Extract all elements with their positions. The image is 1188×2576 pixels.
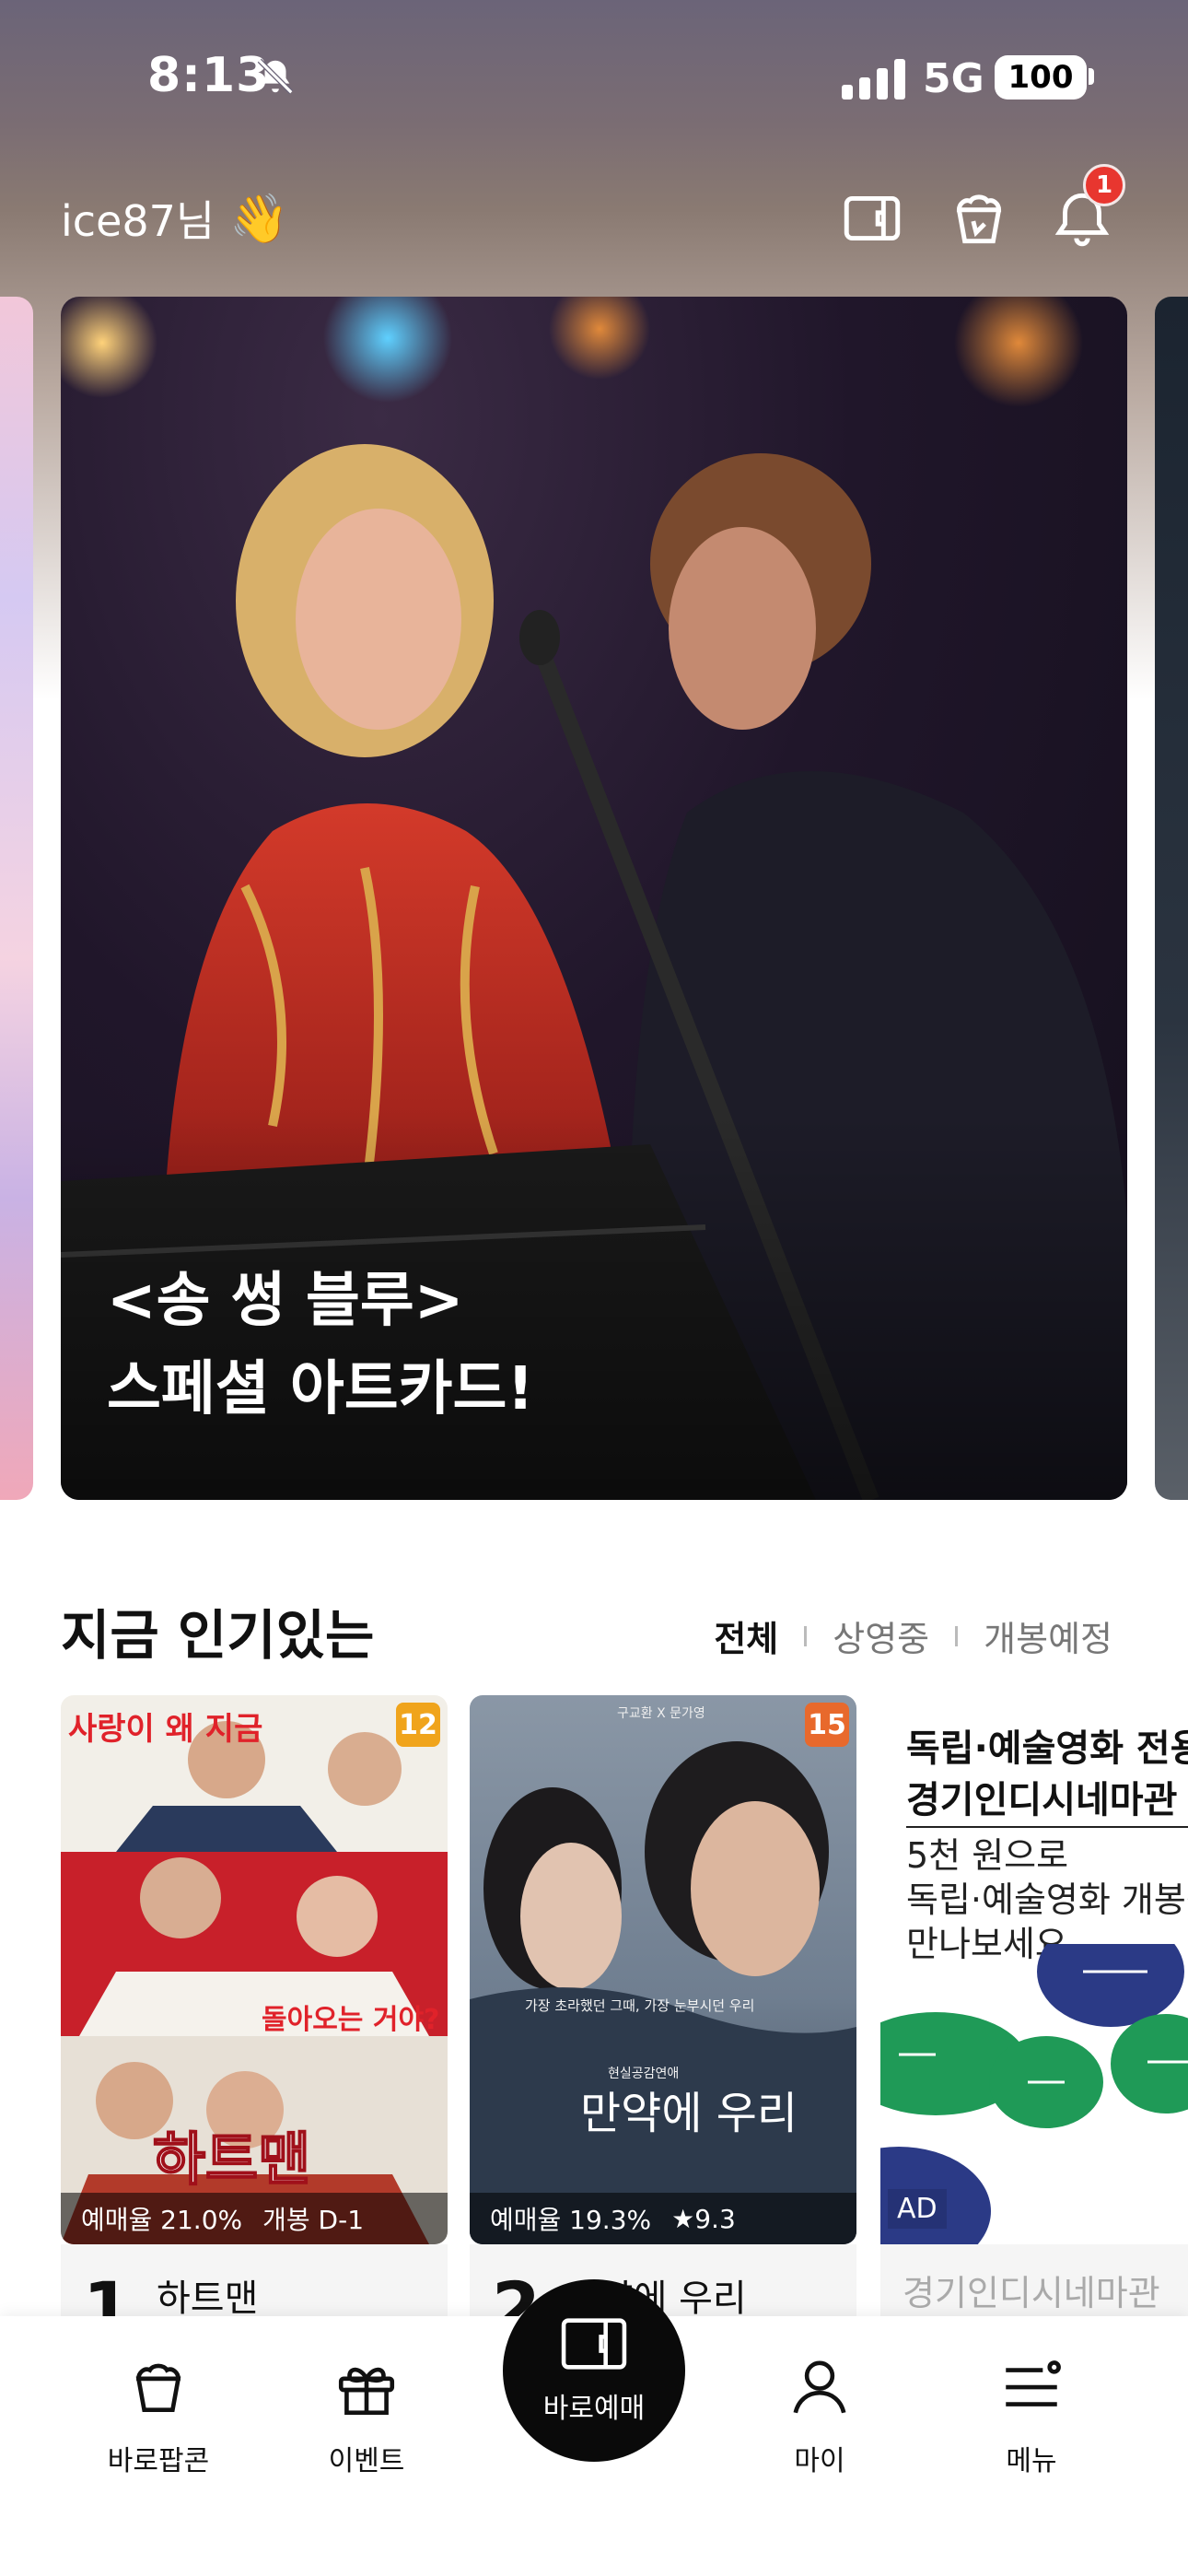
menu-icon [1006,2360,1061,2406]
ad-title: 독립·예술영화 전용 경기인디시네마관 [906,1723,1188,1826]
status-bar: 8:13 5G 100 [0,0,1188,157]
ad-title-line1: 독립·예술영화 전용 [906,1727,1188,1770]
battery-indicator: 100 [995,55,1087,100]
ad-caption[interactable]: 경기인디시네마관 [903,2265,1160,2315]
divider [955,1625,959,1646]
filter-tabs: 전체 상영중 개봉예정 [705,1610,1122,1661]
movie-poster[interactable]: 사랑이 왜 지금 돌아오는 거야? 하트맨 12 예매율 21.0% 개봉 D-… [61,1695,448,2244]
ad-label: AD [888,2189,947,2229]
banner-line1: <송 썽 블루> [107,1267,464,1335]
tab-label: 바로예매 [542,2393,646,2425]
booking-rate: 예매율 19.3% [490,2205,652,2235]
notification-badge: 1 [1083,164,1125,206]
movie-score: ★9.3 [671,2203,736,2234]
banner-caption: <송 썽 블루> 스페셜 아트카드! [107,1257,534,1434]
tab-label: 바로팝콘 [107,2445,210,2477]
app-header: ice87님 👋 [0,175,1188,258]
poster-tagline-top: 사랑이 왜 지금 [68,1711,262,1748]
booking-rate-bar: 예매율 21.0% 개봉 D-1 [61,2193,448,2244]
poster-image: 구교환 X 문가영 가장 초라했던 그때, 가장 눈부시던 우리 현실공감연애 … [470,1695,856,2244]
filter-now-showing[interactable]: 상영중 [823,1610,938,1661]
ad-card[interactable]: 독립·예술영화 전용 경기인디시네마관 5천 원으로 독립·예술영화 개봉작 만… [880,1695,1188,2244]
release-countdown: 개봉 D-1 [262,2205,365,2235]
booking-rate: 예매율 21.0% [81,2205,243,2235]
gift-icon [338,2367,395,2416]
quick-booking-button[interactable]: 바로예매 [503,2279,685,2462]
network-type: 5G [923,55,984,102]
section-title: 지금 인기있는 [61,1604,375,1667]
movie-card[interactable]: 사랑이 왜 지금 돌아오는 거야? 하트맨 12 예매율 21.0% 개봉 D-… [61,1695,448,2348]
booking-rate-bar: 예매율 19.3% ★9.3 [470,2193,856,2244]
age-rating-badge: 12 [396,1703,440,1747]
ticket-icon [561,2318,627,2370]
popcorn-icon[interactable] [945,184,1013,252]
poster-logo: 하트맨 [153,2125,310,2193]
status-time: 8:13 [147,48,271,103]
wallet-icon[interactable] [838,184,906,252]
banner-prev-peek[interactable] [0,297,33,1500]
filter-upcoming[interactable]: 개봉예정 [974,1610,1122,1661]
ad-divider [906,1826,1188,1828]
popcorn-icon [135,2363,181,2412]
tab-label: 메뉴 [1006,2445,1057,2477]
banner-next-peek[interactable] [1155,297,1188,1500]
tab-my[interactable]: 마이 [737,2353,903,2478]
movie-poster[interactable]: 구교환 X 문가영 가장 초라했던 그때, 가장 눈부시던 우리 현실공감연애 … [470,1695,856,2244]
poster-tagline: 가장 초라했던 그때, 가장 눈부시던 우리 [525,1997,754,2014]
poster-tagline-mid: 돌아오는 거야? [262,2004,439,2036]
filter-all[interactable]: 전체 [705,1610,787,1661]
tab-label: 이벤트 [328,2445,405,2477]
tab-menu[interactable]: 메뉴 [949,2353,1114,2478]
bell-muted-icon [257,58,294,95]
promo-banner[interactable]: <송 썽 블루> 스페셜 아트카드! [61,297,1127,1500]
ad-desc-line1: 5천 원으로 [906,1835,1069,1876]
movie-title[interactable]: 하트맨 [157,2268,258,2322]
movie-card[interactable]: 구교환 X 문가영 가장 초라했던 그때, 가장 눈부시던 우리 현실공감연애 … [470,1695,856,2348]
wave-emoji: 👋 [229,191,289,247]
ad-desc-line2: 독립·예술영화 개봉작 [906,1879,1188,1920]
poster-sub: 현실공감연애 [608,2067,679,2081]
poster-logo: 만약에 우리 [580,2088,798,2139]
person-icon [793,2360,846,2414]
poster-image: 사랑이 왜 지금 돌아오는 거야? 하트맨 [61,1695,448,2244]
age-rating-badge: 15 [805,1703,849,1747]
poster-credit: 구교환 X 문가영 [617,1706,705,1721]
ad-title-line2: 경기인디시네마관 [906,1779,1178,1821]
battery-tip [1089,68,1094,85]
divider [804,1625,808,1646]
tab-event[interactable]: 이벤트 [284,2353,449,2478]
tab-label: 마이 [794,2445,845,2477]
greeting-text: ice87님 [61,196,215,246]
cellular-signal-icon [842,59,905,100]
banner-line2: 스페셜 아트카드! [107,1355,534,1423]
greeting: ice87님 👋 [61,188,289,249]
tab-popcorn[interactable]: 바로팝콘 [76,2353,241,2478]
